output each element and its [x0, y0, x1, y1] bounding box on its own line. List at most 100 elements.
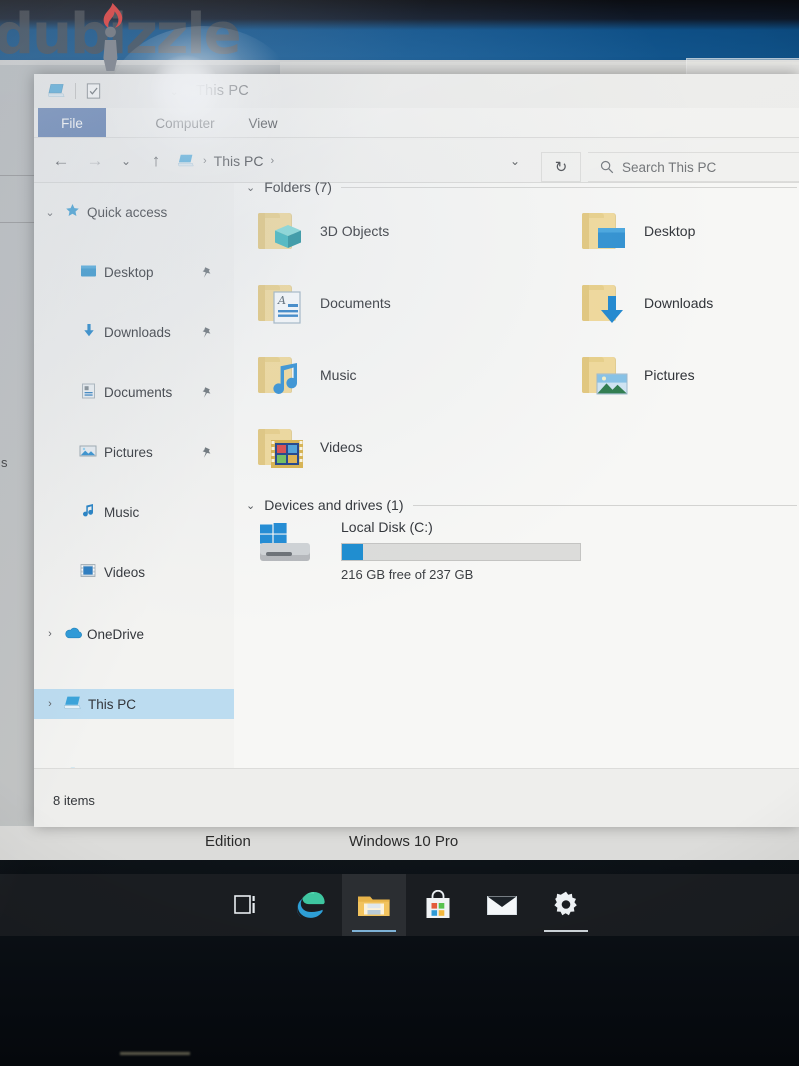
search-placeholder: Search This PC — [622, 159, 717, 175]
section-header-folders[interactable]: ⌄ Folders (7) — [246, 179, 799, 195]
properties-icon[interactable] — [84, 82, 103, 100]
chevron-down-icon[interactable]: ⌄ — [246, 499, 255, 512]
item-label: Music — [320, 367, 357, 383]
forward-button[interactable]: → — [84, 150, 106, 172]
sidebar-item-label: OneDrive — [87, 626, 145, 642]
taskbar-task-view-button[interactable] — [214, 874, 278, 936]
section-header-devices[interactable]: ⌄ Devices and drives (1) — [246, 497, 799, 513]
breadcrumb-this-pc-icon — [178, 153, 196, 169]
item-label: 3D Objects — [320, 223, 390, 239]
content-pane[interactable]: ⌄ Folders (7) 3D Objects A Documents Mus… — [234, 179, 799, 768]
breadcrumb-item-this-pc[interactable]: This PC — [214, 153, 264, 169]
sidebar-item-desktop[interactable]: Desktop — [34, 257, 234, 287]
pin-icon[interactable] — [201, 266, 212, 278]
folder-3d-objects-icon — [256, 209, 304, 253]
search-input[interactable]: Search This PC — [588, 152, 799, 182]
sidebar-item-label: Pictures — [104, 444, 153, 460]
chevron-down-icon[interactable]: ⌄ — [44, 206, 56, 219]
pictures-icon — [79, 444, 97, 461]
mail-icon — [487, 896, 517, 915]
pin-icon[interactable] — [201, 446, 212, 458]
address-dropdown-caret[interactable]: ⌄ — [510, 154, 520, 168]
item-pictures[interactable]: Pictures — [580, 353, 695, 397]
this-pc-icon — [63, 695, 83, 714]
tab-view[interactable]: View — [234, 108, 292, 138]
refresh-icon: ↻ — [554, 159, 568, 176]
downloads-icon — [82, 323, 96, 341]
item-videos[interactable]: Videos — [256, 425, 363, 469]
sidebar-item-music[interactable]: Music — [34, 497, 234, 527]
music-icon — [82, 503, 96, 521]
taskbar-microsoft-store-button[interactable] — [406, 874, 470, 936]
folder-tree[interactable]: ⌄ Quick access Desktop Downloads Documen… — [34, 197, 234, 783]
item-music[interactable]: Music — [256, 353, 357, 397]
item-desktop[interactable]: Desktop — [580, 209, 695, 253]
recent-locations-button[interactable]: ⌄ — [118, 150, 134, 172]
section-divider-line — [340, 186, 797, 188]
svg-text:A: A — [277, 294, 286, 307]
file-explorer-window[interactable]: ⌄ This PC File Computer View ← → ⌄ ↑ — [34, 74, 799, 827]
this-pc-icon[interactable] — [48, 82, 67, 100]
quick-access-toolbar[interactable] — [48, 82, 103, 100]
taskbar-settings-button[interactable] — [534, 874, 598, 936]
ribbon-underline — [34, 137, 799, 138]
onedrive-icon — [63, 626, 83, 643]
edition-value: Windows 10 Pro — [349, 833, 459, 850]
drive-capacity-bar — [341, 543, 581, 561]
monitor-bezel — [0, 936, 799, 1066]
torch-bearer-icon — [103, 26, 118, 71]
status-bar: 8 items — [34, 768, 799, 827]
folder-pictures-icon — [580, 353, 628, 397]
sidebar-item-label: Quick access — [87, 204, 168, 220]
folder-desktop-icon — [580, 209, 628, 253]
pin-icon[interactable] — [201, 326, 212, 338]
taskbar-edge-button[interactable] — [278, 874, 342, 936]
title-bar[interactable]: ⌄ This PC — [34, 74, 799, 108]
sidebar-item-onedrive[interactable]: › OneDrive — [34, 619, 234, 649]
chevron-right-icon[interactable]: › — [44, 698, 56, 710]
up-button[interactable]: ↑ — [146, 150, 166, 172]
item-label: Videos — [320, 439, 363, 455]
chevron-right-icon[interactable]: › — [44, 628, 56, 640]
pin-icon[interactable] — [201, 386, 212, 398]
section-title: Devices and drives (1) — [264, 497, 404, 513]
navigation-pane[interactable]: ⌄ Quick access Desktop Downloads Documen… — [34, 183, 234, 783]
videos-icon — [80, 563, 96, 581]
search-icon — [600, 160, 614, 174]
back-button[interactable]: ← — [50, 150, 72, 172]
dubizzle-watermark: dubizzle — [0, 2, 254, 74]
folder-videos-icon — [256, 425, 304, 469]
item-label: Documents — [320, 295, 391, 311]
ribbon-tabs[interactable]: File Computer View — [34, 108, 799, 138]
breadcrumb-separator-1[interactable]: › — [203, 155, 207, 167]
screenshot-root: s Edition Windows 10 Pro This PC File Vi… — [0, 0, 799, 1066]
tab-file[interactable]: File — [38, 108, 106, 138]
sidebar-item-quick-access[interactable]: ⌄ Quick access — [34, 197, 234, 227]
sidebar-item-documents[interactable]: Documents — [34, 377, 234, 407]
desktop-icon — [80, 264, 97, 281]
breadcrumb[interactable]: › This PC › — [178, 150, 274, 172]
item-3d-objects[interactable]: 3D Objects — [256, 209, 389, 253]
breadcrumb-separator-2[interactable]: › — [270, 155, 274, 167]
folder-music-icon — [256, 353, 304, 397]
sidebar-item-pictures[interactable]: Pictures — [34, 437, 234, 467]
background-window-stray-text: s — [1, 455, 8, 470]
folder-downloads-icon — [580, 281, 628, 325]
taskbar-items[interactable] — [214, 874, 598, 936]
item-local-disk-c[interactable]: Local Disk (C:) 216 GB free of 237 GB — [256, 519, 586, 582]
sidebar-item-downloads[interactable]: Downloads — [34, 317, 234, 347]
edge-icon — [297, 892, 325, 918]
settings-gear-icon — [554, 891, 577, 916]
sidebar-item-videos[interactable]: Videos — [34, 557, 234, 587]
item-downloads[interactable]: Downloads — [580, 281, 713, 325]
sidebar-item-label: Music — [104, 504, 140, 520]
refresh-button[interactable]: ↻ — [541, 152, 581, 182]
taskbar-mail-button[interactable] — [470, 874, 534, 936]
item-label: Downloads — [644, 295, 714, 311]
taskbar-file-explorer-button[interactable] — [342, 874, 406, 936]
sidebar-item-this-pc[interactable]: › This PC — [34, 689, 234, 719]
item-documents[interactable]: A Documents — [256, 281, 391, 325]
microsoft-store-icon — [426, 890, 450, 918]
chevron-down-icon[interactable]: ⌄ — [246, 181, 255, 194]
drive-capacity-fill — [342, 544, 364, 560]
